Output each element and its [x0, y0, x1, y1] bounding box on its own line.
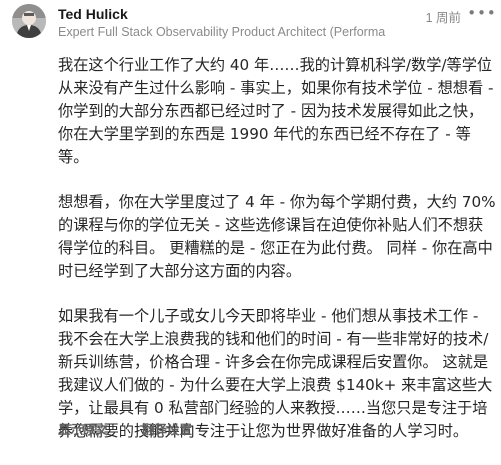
author-credential: Expert Full Stack Observability Product …: [58, 25, 386, 39]
answer-paragraph-1: 我在这个行业工作了大约 40 年……我的计算机科学/数学/等学位从来没有产生过什…: [58, 56, 494, 166]
answer-body: 我在这个行业工作了大约 40 年……我的计算机科学/数学/等学位从来没有产生过什…: [58, 54, 496, 465]
post-timestamp[interactable]: 1 周前: [426, 7, 461, 26]
user-avatar-photo-icon: [12, 4, 46, 38]
more-horizontal-icon: •••: [467, 4, 497, 22]
translation-settings-link[interactable]: 翻译设置: [142, 419, 192, 438]
translation-footer: 显示原文 · 翻译设置: [58, 419, 192, 437]
author-avatar[interactable]: [12, 4, 46, 38]
answer-card: Ted Hulick Expert Full Stack Observabili…: [0, 0, 501, 440]
author-name[interactable]: Ted Hulick: [58, 5, 128, 23]
more-options-button[interactable]: •••: [467, 2, 497, 24]
footer-separator: ·: [123, 420, 127, 436]
show-original-link[interactable]: 显示原文: [58, 419, 108, 438]
answer-paragraph-2: 想想看，你在大学里度过了 4 年 - 你为每个学期付费，大约 70% 的课程与你…: [58, 193, 496, 280]
